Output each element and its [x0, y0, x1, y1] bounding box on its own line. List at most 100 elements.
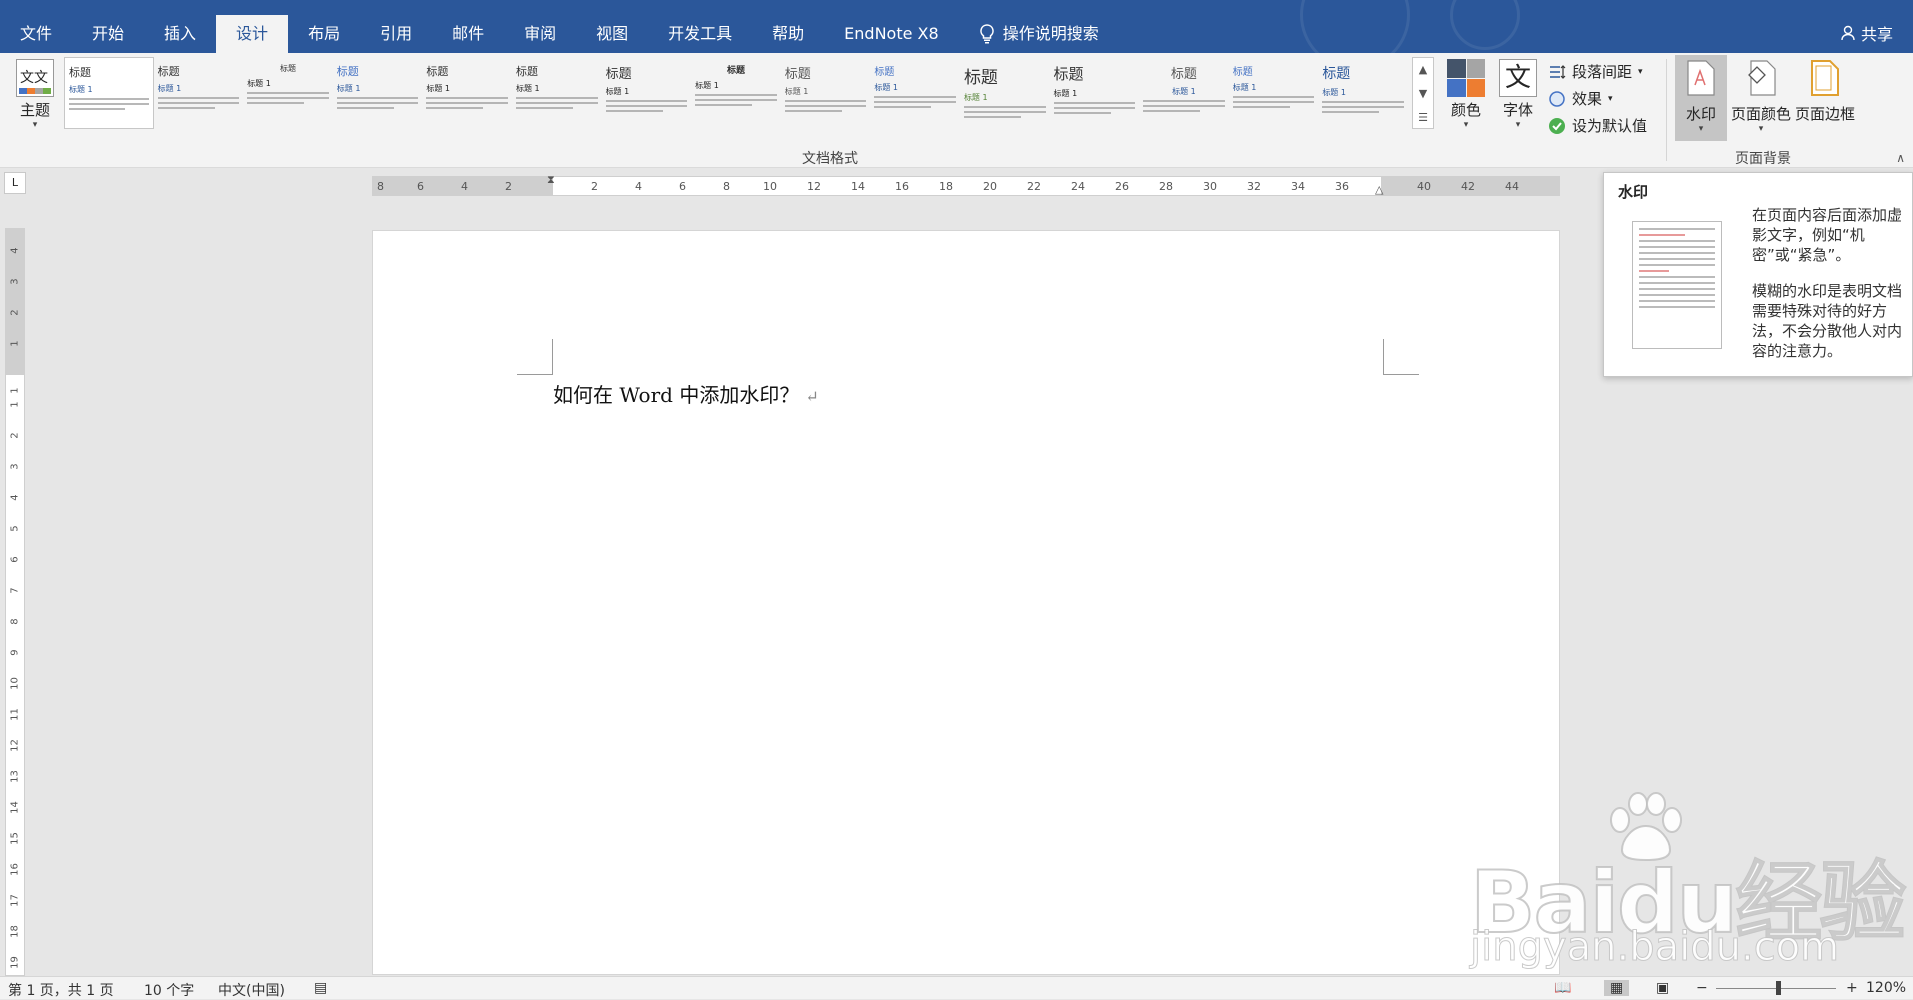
gallery-more-button[interactable]: ☰	[1413, 106, 1433, 130]
page-count[interactable]: 第 1 页，共 1 页	[8, 980, 114, 1000]
font-icon: 文	[1499, 59, 1537, 97]
crop-mark	[1383, 339, 1419, 375]
ribbon-tabs: 文件 开始 插入 设计 布局 引用 邮件 审阅 视图 开发工具 帮助 EndNo…	[0, 15, 1119, 53]
tab-file[interactable]: 文件	[0, 15, 72, 53]
language-indicator[interactable]: 中文(中国)	[218, 980, 285, 1000]
chevron-down-icon: ▾	[1698, 124, 1704, 134]
tab-help[interactable]: 帮助	[752, 15, 824, 53]
paragraph-spacing-button[interactable]: 段落间距 ▾	[1548, 61, 1643, 82]
tab-design[interactable]: 设计	[216, 15, 289, 53]
print-layout-icon[interactable]: ▦	[1604, 980, 1630, 996]
style-set-item[interactable]: 标题 标题 1	[64, 57, 154, 129]
style-set-item[interactable]: 标题 标题 1	[1318, 57, 1408, 129]
tooltip-preview	[1632, 221, 1722, 349]
share-button[interactable]: 共享	[1841, 21, 1893, 45]
tab-view[interactable]: 视图	[576, 15, 648, 53]
share-label: 共享	[1860, 25, 1893, 44]
style-set-item[interactable]: 标题 标题 1	[870, 57, 960, 129]
gallery-up-button[interactable]: ▲	[1413, 58, 1433, 82]
tab-insert[interactable]: 插入	[144, 15, 216, 53]
tab-mailings[interactable]: 邮件	[432, 15, 504, 53]
colors-label: 颜色	[1450, 101, 1481, 119]
watermark-button[interactable]: 水印 ▾	[1675, 55, 1727, 141]
page-borders-icon	[1811, 60, 1839, 96]
style-set-gallery: 标题 标题 1 标题 标题 1 标题 标题 1 标题 标题 1 标题 标题 1 标题 标题 …	[64, 57, 1409, 129]
style-set-item[interactable]: 标题 标题 1	[1050, 57, 1140, 129]
ribbon: 文文 主题 ▾ 标题 标题 1 标题 标题 1 标题 标题 1 标题 标题 1 标题 标题…	[0, 53, 1913, 168]
horizontal-ruler[interactable]: 8 6 4 2 2 4 6 8 10 12 14 16 18 20 22 24 …	[372, 173, 1560, 196]
style-set-item[interactable]: 标题 标题 1	[1139, 57, 1229, 129]
search-label: 操作说明搜索	[1002, 24, 1099, 43]
vertical-ruler[interactable]: 4 3 2 1 1 1 2 3 4 5 6 7 8 9 10 11 12 13 …	[5, 228, 25, 976]
crop-mark	[517, 339, 553, 375]
right-indent-marker[interactable]: △	[1375, 183, 1383, 196]
lightbulb-icon	[979, 24, 994, 44]
status-bar: 第 1 页，共 1 页 10 个字 中文(中国) ▤ 📖 ▦ ▣ − + 120…	[0, 976, 1913, 999]
gallery-down-button[interactable]: ▼	[1413, 82, 1433, 106]
zoom-slider-thumb[interactable]	[1776, 981, 1781, 995]
read-mode-icon[interactable]: 📖	[1554, 980, 1571, 996]
chevron-down-icon: ▾	[1758, 124, 1764, 134]
collapse-ribbon-icon[interactable]: ∧	[1896, 151, 1905, 165]
fonts-button[interactable]: 文 字体 ▾	[1496, 59, 1540, 130]
style-set-item[interactable]: 标题 标题 1	[422, 57, 512, 129]
macro-record-icon[interactable]: ▤	[314, 980, 327, 996]
effects-button[interactable]: 效果 ▾	[1548, 88, 1613, 109]
chevron-down-icon: ▾	[1463, 120, 1469, 130]
zoom-level[interactable]: 120%	[1866, 980, 1906, 996]
tab-layout[interactable]: 布局	[288, 15, 360, 53]
style-set-item[interactable]: 标题 标题 1	[960, 57, 1050, 129]
decor-circle	[1450, 0, 1520, 50]
paragraph-spacing-icon	[1550, 64, 1566, 79]
tooltip-desc-1: 在页面内容后面添加虚影文字，例如“机密”或“紧急”。	[1752, 206, 1903, 264]
style-set-item[interactable]: 标题 标题 1	[781, 57, 871, 129]
group-label-page-background: 页面背景	[1735, 151, 1791, 167]
page-borders-button[interactable]: 页面边框	[1794, 59, 1856, 124]
title-bar: 文件 开始 插入 设计 布局 引用 邮件 审阅 视图 开发工具 帮助 EndNo…	[0, 0, 1913, 70]
style-set-item[interactable]: 标题 标题 1	[154, 57, 244, 129]
watermark-tooltip: 水印 在页面内容后面添加虚影文字，例如“机密”或“紧急”。 模糊的水印是表明文档…	[1603, 172, 1913, 377]
paragraph-mark: ↵	[805, 387, 819, 406]
palette-icon	[1447, 59, 1485, 97]
style-set-item[interactable]: 标题 标题 1	[602, 57, 692, 129]
tab-home[interactable]: 开始	[72, 15, 144, 53]
document-paragraph[interactable]: 如何在 Word 中添加水印？ ↵	[553, 379, 819, 408]
indent-marker[interactable]: ⧗	[547, 173, 555, 187]
themes-button[interactable]: 文文 主题 ▾	[12, 59, 58, 130]
style-set-item[interactable]: 标题 标题 1	[333, 57, 423, 129]
word-count[interactable]: 10 个字	[144, 980, 194, 1000]
document-text: 如何在 Word 中添加水印？	[553, 383, 800, 407]
group-separator	[1666, 59, 1667, 161]
colors-button[interactable]: 颜色 ▾	[1444, 59, 1488, 130]
watermark-url: jingyan.baidu.com	[1469, 924, 1840, 971]
group-label-doc-format: 文档格式	[802, 151, 858, 167]
page-color-label: 页面颜色	[1730, 105, 1791, 123]
document-page[interactable]: 如何在 Word 中添加水印？ ↵	[372, 230, 1560, 975]
tab-references[interactable]: 引用	[360, 15, 432, 53]
zoom-out-button[interactable]: −	[1696, 980, 1708, 996]
gallery-scroll: ▲ ▼ ☰	[1412, 57, 1434, 129]
tell-me-search[interactable]: 操作说明搜索	[959, 15, 1119, 53]
page-color-icon	[1748, 60, 1776, 96]
tooltip-title: 水印	[1618, 183, 1649, 201]
web-layout-icon[interactable]: ▣	[1656, 980, 1669, 996]
style-set-item[interactable]: 标题 标题 1	[243, 57, 333, 129]
zoom-in-button[interactable]: +	[1846, 980, 1858, 996]
tab-selector[interactable]: L	[4, 172, 26, 194]
style-set-item[interactable]: 标题 标题 1	[512, 57, 602, 129]
tooltip-desc-2: 模糊的水印是表明文档需要特殊对待的好方法，不会分散他人对内容的注意力。	[1752, 282, 1903, 360]
tab-endnote[interactable]: EndNote X8	[824, 15, 959, 53]
watermark-icon	[1687, 60, 1715, 96]
tab-review[interactable]: 审阅	[504, 15, 576, 53]
fonts-label: 字体	[1502, 101, 1533, 119]
person-icon	[1841, 25, 1855, 41]
page-color-button[interactable]: 页面颜色 ▾	[1730, 59, 1792, 134]
watermark-label: 水印	[1685, 105, 1716, 123]
chevron-down-icon: ▾	[1515, 120, 1521, 130]
style-set-item[interactable]: 标题 标题 1	[691, 57, 781, 129]
set-as-default-button[interactable]: 设为默认值	[1548, 115, 1647, 136]
tooltip-description: 在页面内容后面添加虚影文字，例如“机密”或“紧急”。 模糊的水印是表明文档需要特…	[1752, 205, 1907, 377]
tab-developer[interactable]: 开发工具	[648, 15, 752, 53]
themes-label: 主题	[19, 101, 50, 119]
style-set-item[interactable]: 标题 标题 1	[1229, 57, 1319, 129]
